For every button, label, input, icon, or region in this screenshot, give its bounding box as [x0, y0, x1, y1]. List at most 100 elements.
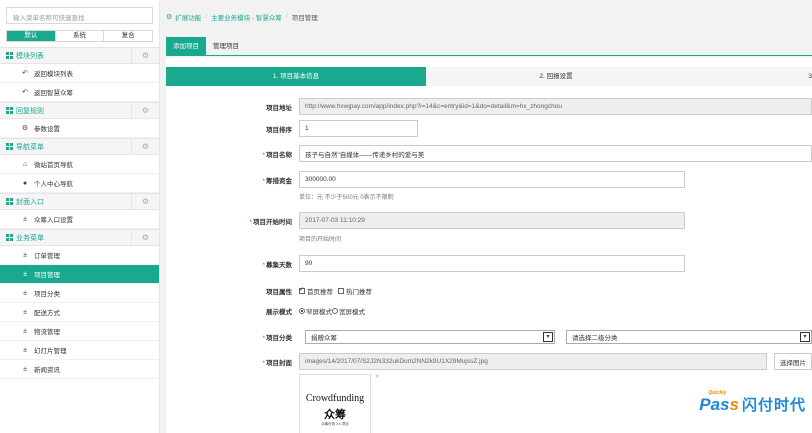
sidebar-item[interactable]: ↶ 返回智慧众筹 [0, 83, 159, 102]
tab-add-project[interactable]: 添加项目 [166, 37, 206, 55]
sidebar-item[interactable]: ● 个人中心导航 [0, 174, 159, 193]
sidebar-item[interactable]: ± 众筹入口设置 [0, 210, 159, 229]
url-label: 项目地址 [266, 104, 292, 112]
raise-days-input[interactable]: 90 [299, 255, 685, 272]
grid-icon [6, 234, 13, 241]
reply-icon: ↶ [22, 70, 28, 77]
sidebar-item[interactable]: ± 物流管理 [0, 322, 159, 341]
narrow-mode-label: 窄屏模式 [306, 309, 332, 316]
sidebar-item-label: 幻灯片管理 [34, 348, 67, 355]
breadcrumb: ⚙ 扩展功能 / 主要业务模块 - 智慧众筹 / 项目管理 [160, 0, 812, 33]
required-mark: * [262, 151, 265, 159]
hot-recommend-checkbox[interactable] [338, 288, 344, 294]
sidebar-section-header[interactable]: 封面入口 ⚙ [0, 193, 159, 210]
step-3[interactable]: 3 [686, 67, 812, 86]
sidebar-tab-system[interactable]: 系统 [56, 31, 105, 41]
sidebar-section-header[interactable]: 导航菜单 ⚙ [0, 138, 159, 155]
sidebar-item-label: 订单管理 [34, 253, 60, 260]
days-label: *募集天数 [262, 261, 292, 269]
sidebar-item-label: 微站首页导航 [34, 162, 73, 169]
tab-manage-projects[interactable]: 管理项目 [206, 37, 246, 55]
sidebar-item[interactable]: ± 幻灯片管理 [0, 341, 159, 360]
pin-icon: ± [23, 365, 27, 373]
sidebar-item-label: 参数设置 [34, 126, 60, 133]
narrow-mode-radio[interactable] [299, 308, 305, 314]
sidebar-section-header[interactable]: 回复规则 ⚙ [0, 102, 159, 119]
gears-icon: ⚙ [166, 13, 173, 21]
breadcrumb-separator: / [285, 13, 288, 20]
sidebar-section-header[interactable]: 模块列表 ⚙ [0, 47, 159, 64]
thumbnail-cn: 众筹 [324, 408, 346, 421]
watermark-cn: 闪付时代 [741, 397, 806, 414]
amount-label: *筹措资金 [262, 177, 292, 185]
project-name-input[interactable]: 孩子与自然"自媒体——传递乡村的爱与美 [299, 145, 812, 162]
sidebar-section-title: 回复规则 [16, 107, 44, 115]
sidebar-tabs: 默认 系统 复合 [6, 30, 153, 42]
thumbnail-caption: 众筹在线 XX 项目 [321, 422, 349, 426]
subcategory-select[interactable]: 请选择二级分类 ▾ [566, 330, 812, 344]
sidebar-item-label: 项目分类 [34, 291, 60, 298]
gear-icon: ⚙ [21, 125, 29, 132]
pin-icon: ± [23, 251, 27, 259]
sidebar-item-label: 众筹入口设置 [34, 217, 73, 224]
display-mode-options: 窄屏模式 宽屏模式 [299, 306, 365, 316]
sidebar-item[interactable]: ↶ 返回模块列表 [0, 64, 159, 83]
pin-icon: ± [23, 327, 27, 335]
gear-icon[interactable]: ⚙ [131, 194, 159, 209]
sidebar-item[interactable]: ± 项目管理 [0, 265, 159, 284]
sidebar-item[interactable]: ± 项目分类 [0, 284, 159, 303]
menu-search-input[interactable]: 输入菜单名称可快速查找 [6, 7, 153, 24]
sidebar-item-label: 返回智慧众筹 [34, 90, 73, 97]
home-icon: ⌂ [22, 160, 28, 168]
sidebar-menu: 模块列表 ⚙ ↶ 返回模块列表 ↶ 返回智慧众筹回复规则 ⚙ ⚙ 参数设置导航菜单 ⚙ ⌂ 微站首页导… [0, 47, 159, 379]
required-mark: * [249, 218, 252, 226]
category-select[interactable]: 捐赠众筹 ▾ [305, 330, 555, 344]
gear-icon[interactable]: ⚙ [131, 48, 159, 63]
project-url-field[interactable]: http://www.hxwjpay.com/app/index.php?i=1… [299, 98, 812, 115]
funding-amount-input[interactable]: 300000.00 [299, 171, 685, 188]
gear-icon[interactable]: ⚙ [131, 230, 159, 245]
step-rewards[interactable]: 2. 回报设置 [426, 67, 686, 86]
user-icon: ● [22, 179, 28, 187]
sidebar-section-header[interactable]: 业务菜单 ⚙ [0, 229, 159, 246]
cover-thumbnail: Crowdfunding 众筹 众筹在线 XX 项目 [299, 374, 371, 433]
sidebar-section-title: 封面入口 [16, 198, 44, 206]
sidebar-section-title: 模块列表 [16, 52, 44, 60]
required-mark: * [262, 335, 265, 342]
step-indicator: 1. 项目基本信息 2. 回报设置 3 [166, 67, 812, 86]
sidebar-item[interactable]: ⚙ 参数设置 [0, 119, 159, 138]
sidebar-item[interactable]: ± 新闻资讯 [0, 360, 159, 379]
sidebar-tab-composite[interactable]: 复合 [104, 31, 152, 41]
wide-mode-label: 宽屏模式 [339, 309, 365, 316]
reply-icon: ↶ [22, 89, 28, 96]
remove-image-icon[interactable]: × [375, 372, 380, 381]
category-label: *项目分类 [262, 335, 292, 342]
sidebar-item[interactable]: ⌂ 微站首页导航 [0, 155, 159, 174]
sidebar-item-label: 物流管理 [34, 329, 60, 336]
amount-help: 单位：元 不少于500元 0表示不限制 [299, 195, 394, 201]
attributes-options: 首页推荐 热门推荐 [299, 286, 372, 296]
select-image-button[interactable]: 选择图片 [774, 353, 812, 370]
project-order-input[interactable]: 1 [299, 120, 418, 137]
pin-icon: ± [23, 270, 27, 278]
breadcrumb-item[interactable]: 扩展功能 [175, 12, 201, 22]
sidebar-item[interactable]: ± 订单管理 [0, 246, 159, 265]
name-label: *项目名称 [262, 151, 292, 159]
start-time-input[interactable]: 2017-07-03 11:10:29 [299, 212, 685, 229]
gear-icon[interactable]: ⚙ [131, 103, 159, 118]
wide-mode-radio[interactable] [332, 308, 338, 314]
breadcrumb-separator: / [205, 13, 208, 20]
sidebar-section-title: 导航菜单 [16, 143, 44, 151]
cover-path-input[interactable]: images/14/2017/07/S2J2N332ukDum2NN2k9U1X… [299, 353, 767, 370]
homepage-recommend-checkbox[interactable] [299, 286, 305, 294]
main-content: ⚙ 扩展功能 / 主要业务模块 - 智慧众筹 / 项目管理 添加项目 管理项目 … [160, 0, 812, 433]
step-basic-info[interactable]: 1. 项目基本信息 [166, 67, 426, 86]
gear-icon[interactable]: ⚙ [131, 139, 159, 154]
sidebar-item-label: 个人中心导航 [34, 181, 73, 188]
sidebar-item[interactable]: ± 配送方式 [0, 303, 159, 322]
order-label: 项目排序 [266, 126, 292, 134]
breadcrumb-item[interactable]: 主要业务模块 - 智慧众筹 [211, 12, 282, 22]
sidebar-tab-default[interactable]: 默认 [7, 31, 56, 41]
sidebar-item-label: 返回模块列表 [34, 71, 73, 78]
cover-label: *项目封面 [262, 359, 292, 367]
